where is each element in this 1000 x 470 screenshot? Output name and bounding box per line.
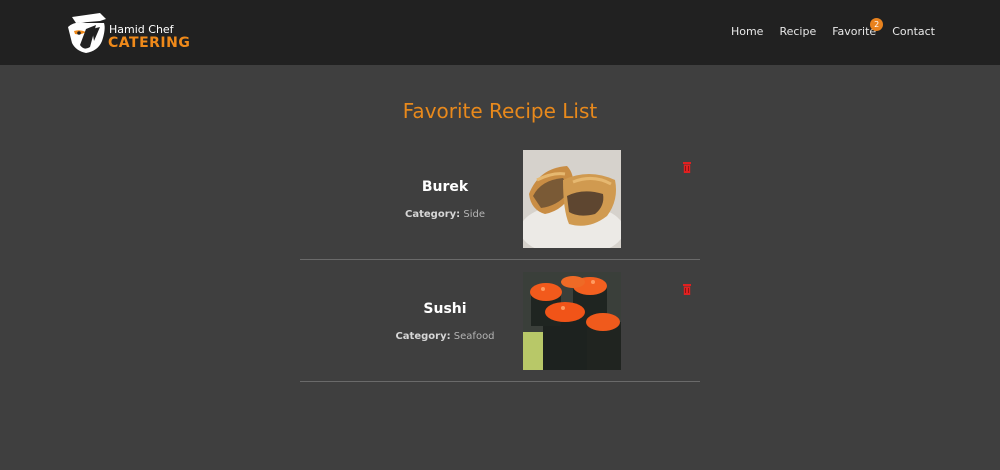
trash-icon: [683, 162, 691, 173]
favorite-list: Burek Category: Side Sushi Category: Sea…: [300, 138, 700, 382]
nav-contact[interactable]: Contact: [892, 25, 935, 39]
nav-favorite[interactable]: Favorite 2: [832, 18, 884, 39]
sushi-photo[interactable]: [523, 272, 621, 370]
nav-recipe[interactable]: Recipe: [779, 25, 816, 39]
recipe-info: Burek Category: Side: [345, 178, 545, 222]
top-navbar: Hamid Chef CATERING Home Recipe Favorite…: [0, 0, 1000, 65]
category-label: Category:: [395, 331, 451, 342]
brand-tagline: CATERING: [108, 35, 191, 51]
favorite-count-badge: 2: [870, 18, 884, 31]
category-label: Category:: [405, 209, 461, 220]
delete-button[interactable]: [683, 158, 691, 173]
category-value: Seafood: [453, 331, 495, 342]
chef-logo-icon: [68, 13, 106, 53]
recipe-category: Category: Side: [345, 208, 545, 222]
main-nav: Home Recipe Favorite 2 Contact: [715, 18, 935, 39]
page-title: Favorite Recipe List: [402, 99, 598, 123]
trash-icon: [683, 284, 691, 295]
burek-photo[interactable]: [523, 150, 621, 248]
nav-home[interactable]: Home: [731, 25, 763, 39]
list-item: Burek Category: Side: [300, 138, 700, 260]
burek-image: [523, 150, 621, 248]
recipe-name: Burek: [421, 179, 469, 195]
category-value: Side: [463, 209, 485, 220]
brand-logo[interactable]: Hamid Chef CATERING: [66, 11, 206, 55]
recipe-info: Sushi Category: Seafood: [345, 300, 545, 344]
list-item: Sushi Category: Seafood: [300, 260, 700, 382]
sushi-image: [523, 272, 621, 370]
recipe-category: Category: Seafood: [345, 330, 545, 344]
recipe-name: Sushi: [423, 301, 467, 317]
delete-button[interactable]: [683, 280, 691, 295]
